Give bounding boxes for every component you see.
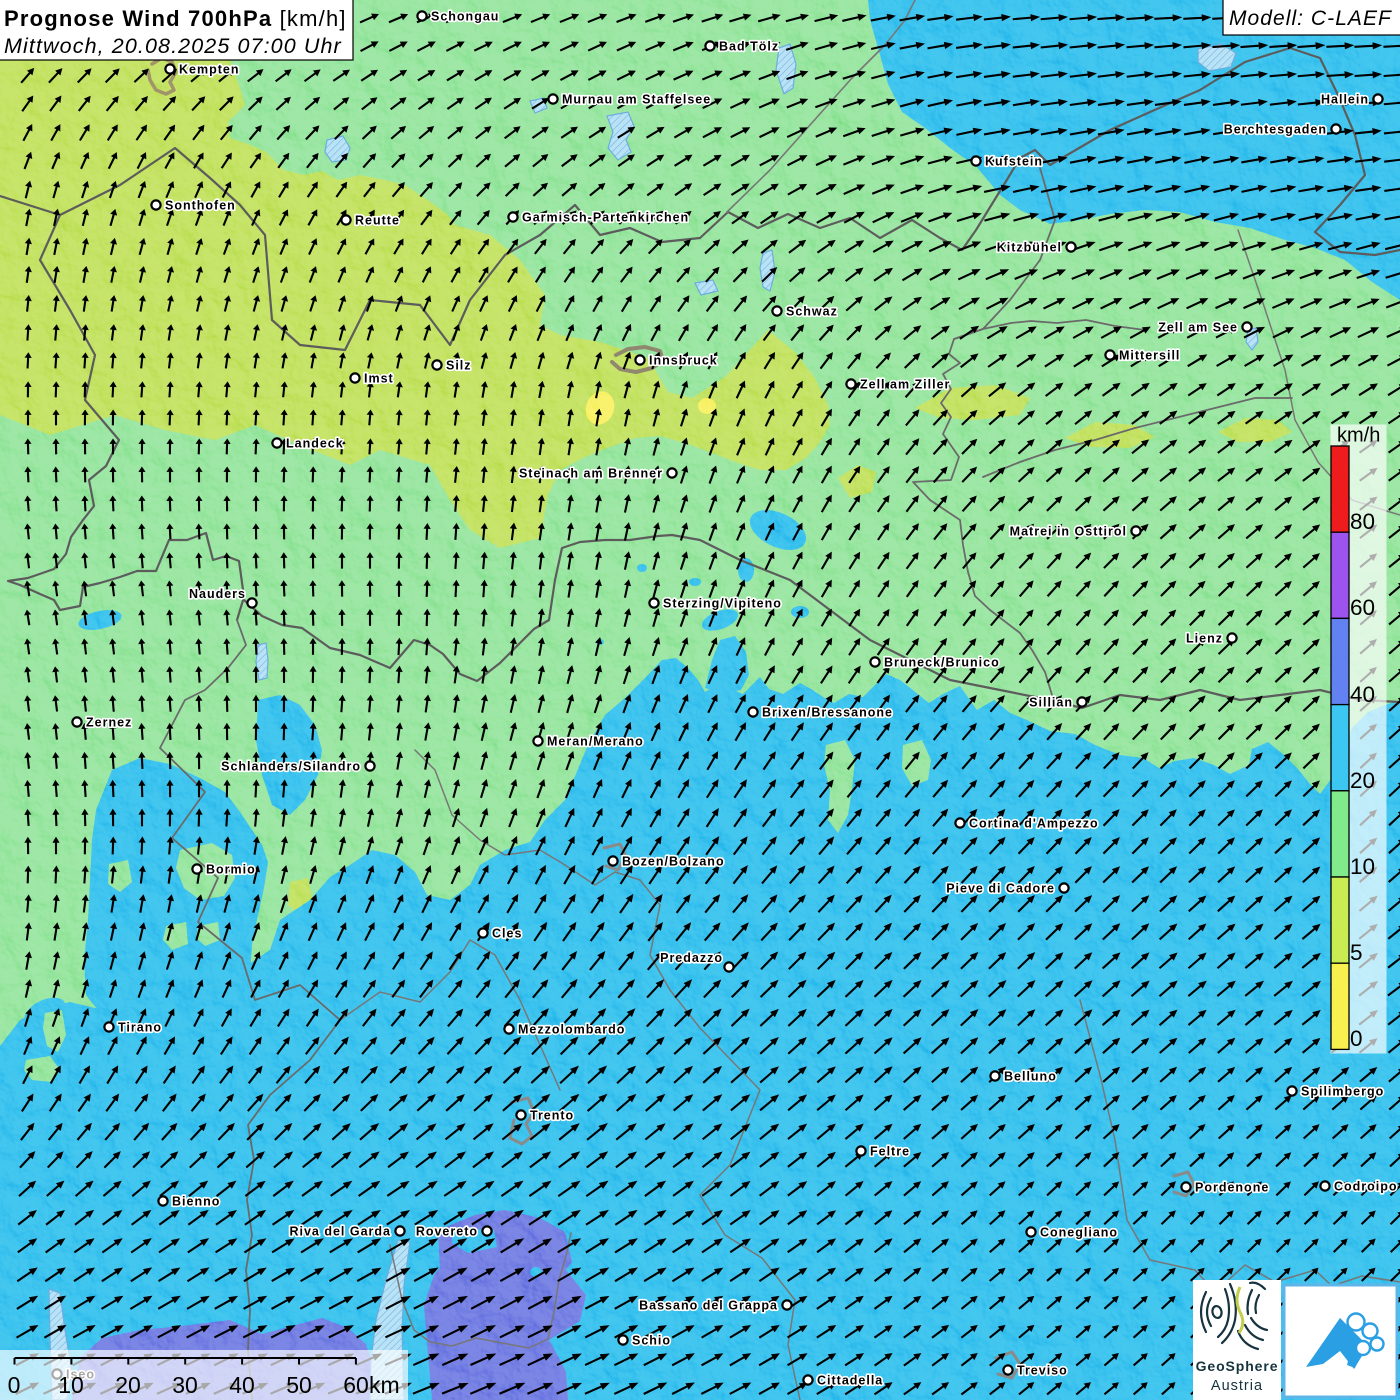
svg-text:GeoSphere: GeoSphere bbox=[1196, 1358, 1279, 1374]
svg-text:Bad Tölz: Bad Tölz bbox=[719, 40, 779, 54]
svg-text:Reutte: Reutte bbox=[355, 214, 400, 228]
svg-text:Sonthofen: Sonthofen bbox=[165, 199, 236, 213]
svg-text:Bruneck/Brunico: Bruneck/Brunico bbox=[884, 656, 1000, 670]
svg-text:60: 60 bbox=[1350, 595, 1375, 620]
svg-text:Schwaz: Schwaz bbox=[786, 305, 838, 319]
svg-text:Kitzbühel: Kitzbühel bbox=[997, 241, 1062, 255]
svg-text:5: 5 bbox=[1350, 940, 1363, 965]
svg-text:Pieve di Cadore: Pieve di Cadore bbox=[946, 882, 1055, 896]
svg-text:Cles: Cles bbox=[492, 927, 522, 941]
svg-text:Schongau: Schongau bbox=[431, 10, 499, 24]
svg-text:20: 20 bbox=[1350, 768, 1375, 793]
svg-text:Steinach am Brenner: Steinach am Brenner bbox=[519, 467, 663, 481]
svg-text:Zell am Ziller: Zell am Ziller bbox=[860, 378, 950, 392]
svg-text:10: 10 bbox=[58, 1372, 84, 1398]
svg-text:Berchtesgaden: Berchtesgaden bbox=[1224, 123, 1327, 137]
svg-text:10: 10 bbox=[1350, 854, 1375, 879]
svg-text:20: 20 bbox=[115, 1372, 141, 1398]
svg-text:Zell am See: Zell am See bbox=[1158, 321, 1238, 335]
svg-text:Bozen/Bolzano: Bozen/Bolzano bbox=[622, 855, 725, 869]
svg-text:Trento: Trento bbox=[530, 1109, 574, 1123]
svg-text:Conegliano: Conegliano bbox=[1040, 1226, 1118, 1240]
svg-text:Innsbruck: Innsbruck bbox=[649, 354, 718, 368]
svg-text:Bassano del Grappa: Bassano del Grappa bbox=[639, 1299, 778, 1313]
svg-text:Feltre: Feltre bbox=[870, 1145, 910, 1159]
svg-text:30: 30 bbox=[172, 1372, 198, 1398]
svg-text:Mittersill: Mittersill bbox=[1119, 349, 1180, 363]
svg-text:40: 40 bbox=[229, 1372, 255, 1398]
svg-text:Treviso: Treviso bbox=[1017, 1364, 1068, 1378]
svg-text:60: 60 bbox=[343, 1372, 369, 1398]
svg-text:Sterzing/Vipiteno: Sterzing/Vipiteno bbox=[663, 597, 782, 611]
svg-text:Nauders: Nauders bbox=[189, 587, 246, 601]
svg-text:Spilimbergo: Spilimbergo bbox=[1301, 1085, 1384, 1099]
svg-text:0: 0 bbox=[8, 1372, 21, 1398]
svg-text:Garmisch-Partenkirchen: Garmisch-Partenkirchen bbox=[522, 211, 689, 225]
svg-text:Cortina d'Ampezzo: Cortina d'Ampezzo bbox=[969, 817, 1099, 831]
svg-text:Codroipo: Codroipo bbox=[1334, 1180, 1398, 1194]
svg-text:Belluno: Belluno bbox=[1004, 1070, 1057, 1084]
svg-text:Murnau am Staffelsee: Murnau am Staffelsee bbox=[562, 93, 711, 107]
svg-text:Bormio: Bormio bbox=[206, 863, 256, 877]
svg-text:Zernez: Zernez bbox=[86, 716, 132, 730]
svg-text:Silz: Silz bbox=[446, 359, 472, 373]
svg-text:40: 40 bbox=[1350, 682, 1375, 707]
svg-text:Pordenone: Pordenone bbox=[1195, 1181, 1269, 1195]
svg-text:Matrei in Osttirol: Matrei in Osttirol bbox=[1010, 525, 1127, 539]
svg-text:Riva del Garda: Riva del Garda bbox=[289, 1225, 391, 1239]
svg-text:Modell: C-LAEF: Modell: C-LAEF bbox=[1229, 7, 1392, 30]
svg-text:Tirano: Tirano bbox=[118, 1021, 162, 1035]
svg-text:Landeck: Landeck bbox=[286, 437, 344, 451]
svg-text:km: km bbox=[369, 1372, 400, 1398]
svg-text:km/h: km/h bbox=[1337, 425, 1380, 447]
svg-text:Kempten: Kempten bbox=[179, 63, 239, 77]
svg-text:80: 80 bbox=[1350, 509, 1375, 534]
svg-text:Schlanders/Silandro: Schlanders/Silandro bbox=[221, 760, 361, 774]
svg-text:Brixen/Bressanone: Brixen/Bressanone bbox=[762, 706, 893, 720]
svg-text:Kufstein: Kufstein bbox=[985, 155, 1043, 169]
svg-text:Hallein: Hallein bbox=[1321, 93, 1369, 107]
svg-text:Imst: Imst bbox=[364, 372, 394, 386]
svg-text:Mezzolombardo: Mezzolombardo bbox=[518, 1023, 625, 1037]
svg-text:Lienz: Lienz bbox=[1186, 632, 1223, 646]
svg-text:0: 0 bbox=[1350, 1026, 1363, 1051]
svg-text:Predazzo: Predazzo bbox=[660, 951, 723, 965]
svg-text:Austria: Austria bbox=[1211, 1378, 1263, 1394]
svg-text:Sillian: Sillian bbox=[1029, 696, 1073, 710]
svg-text:Bienno: Bienno bbox=[172, 1195, 220, 1209]
svg-text:Prognose Wind 700hPa [km/h]: Prognose Wind 700hPa [km/h] bbox=[4, 6, 347, 31]
svg-text:Schio: Schio bbox=[632, 1334, 671, 1348]
svg-text:Meran/Merano: Meran/Merano bbox=[547, 735, 644, 749]
svg-text:Mittwoch, 20.08.2025 07:00 Uhr: Mittwoch, 20.08.2025 07:00 Uhr bbox=[4, 34, 342, 58]
svg-text:Cittadella: Cittadella bbox=[817, 1374, 883, 1388]
svg-text:Rovereto: Rovereto bbox=[416, 1225, 478, 1239]
svg-text:50: 50 bbox=[286, 1372, 312, 1398]
